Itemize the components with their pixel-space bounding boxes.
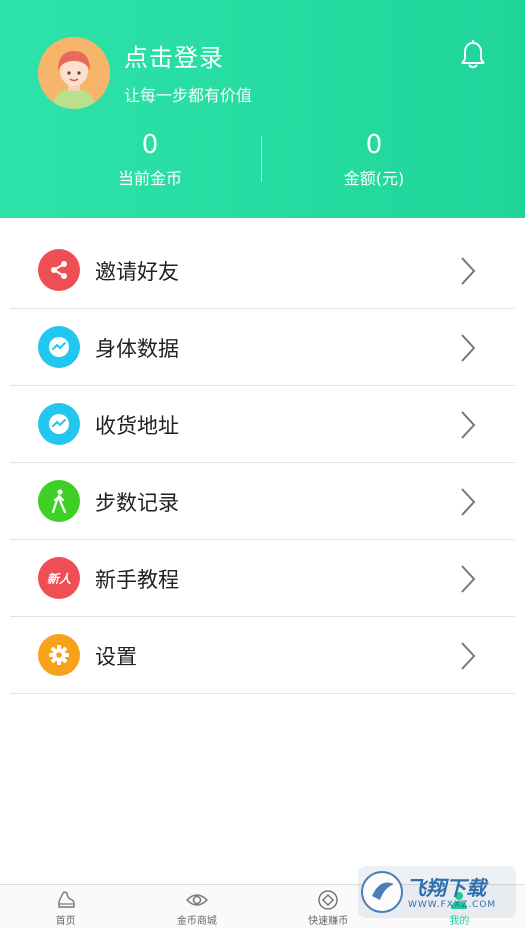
walking-icon: [38, 480, 80, 522]
watermark-title: 飞翔下载: [406, 876, 486, 900]
menu-item-body-data[interactable]: 身体数据: [10, 309, 515, 386]
eye-icon: [185, 894, 208, 906]
menu-item-label: 邀请好友: [95, 260, 179, 284]
menu-item-settings[interactable]: 设置: [10, 617, 515, 694]
chart-icon: [38, 403, 80, 445]
chevron-right-icon: [461, 257, 476, 285]
coin-balance-value: 0: [141, 130, 159, 160]
menu-item-label: 新手教程: [95, 568, 179, 592]
profile-header: 点击登录 让每一步都有价值 0 当前金币 0 金额(元): [0, 0, 525, 218]
share-icon: [38, 249, 80, 291]
login-title[interactable]: 点击登录: [124, 38, 224, 73]
menu-item-label: 步数记录: [95, 491, 179, 515]
coin-balance-stat[interactable]: 0 当前金币: [19, 128, 281, 189]
shoe-icon: [57, 891, 75, 908]
chevron-right-icon: [461, 334, 476, 362]
chevron-right-icon: [461, 488, 476, 516]
watermark-url: WWW.FXXZ.COM: [408, 900, 497, 910]
menu-item-shipping-address[interactable]: 收货地址: [10, 386, 515, 463]
chart-icon: [38, 326, 80, 368]
newbie-icon: 新人: [38, 557, 80, 599]
tab-label: 首页: [55, 916, 76, 927]
settings-menu: 邀请好友 身体数据 收货地址 步数记录 新人 新手教程 设置: [0, 232, 525, 694]
tab-home[interactable]: 首页: [0, 885, 131, 928]
avatar-icon: [38, 37, 110, 109]
avatar[interactable]: [38, 37, 110, 109]
menu-item-label: 收货地址: [95, 414, 179, 438]
login-subtitle: 让每一步都有价值: [124, 86, 253, 105]
menu-item-invite-friends[interactable]: 邀请好友: [10, 232, 515, 309]
chevron-right-icon: [461, 411, 476, 439]
coin-icon: [318, 890, 338, 910]
menu-item-label: 身体数据: [95, 337, 179, 361]
bell-icon[interactable]: [460, 40, 486, 70]
gear-icon: [38, 634, 80, 676]
amount-stat[interactable]: 0 金额(元): [243, 128, 505, 189]
menu-item-step-records[interactable]: 步数记录: [10, 463, 515, 540]
tab-label: 金币商城: [176, 916, 217, 927]
amount-label: 金额(元): [343, 169, 405, 188]
menu-item-label: 设置: [95, 645, 137, 669]
coin-balance-label: 当前金币: [117, 169, 182, 188]
chevron-right-icon: [461, 565, 476, 593]
amount-value: 0: [365, 130, 383, 160]
chevron-right-icon: [461, 642, 476, 670]
tab-coin-mall[interactable]: 金币商城: [131, 885, 262, 928]
tab-label: 快速赚币: [308, 916, 349, 927]
menu-item-newbie-tutorial[interactable]: 新人 新手教程: [10, 540, 515, 617]
newbie-icon-text: 新人: [46, 571, 71, 586]
watermark: 飞翔下载 WWW.FXXZ.COM: [358, 866, 516, 918]
